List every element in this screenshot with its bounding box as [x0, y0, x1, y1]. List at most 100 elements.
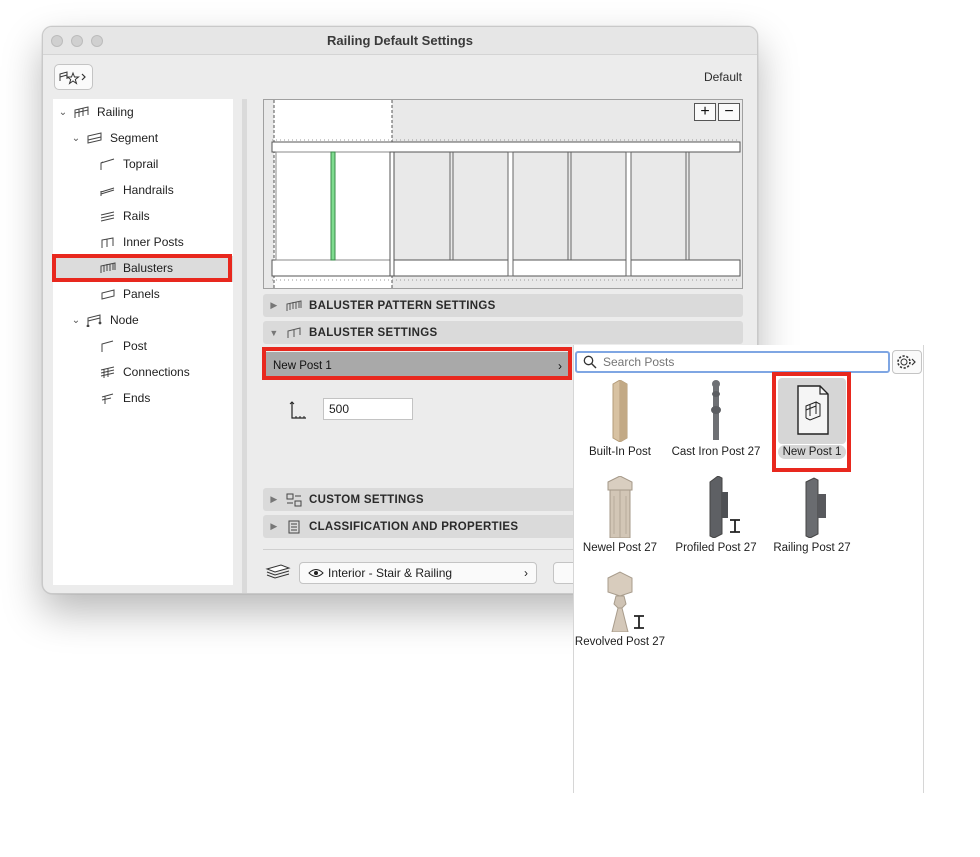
- favorites-button[interactable]: [54, 64, 93, 90]
- post-tile-newel[interactable]: Newel Post 27: [574, 476, 666, 555]
- tree-item-label: Handrails: [123, 183, 174, 197]
- post-tile-cast-iron[interactable]: Cast Iron Post 27: [670, 380, 762, 459]
- handrails-icon: [100, 187, 115, 196]
- post-tile-label: Cast Iron Post 27: [671, 446, 761, 458]
- post-tile-label: Revolved Post 27: [574, 636, 666, 648]
- favorite-name-label: Default: [703, 70, 742, 84]
- tree-item-toprail[interactable]: Toprail: [99, 152, 158, 176]
- window-title: Railing Default Settings: [327, 33, 473, 48]
- section-baluster-settings[interactable]: ▼ BALUSTER SETTINGS: [263, 321, 743, 344]
- search-icon: [583, 355, 597, 369]
- section-title: BALUSTER PATTERN SETTINGS: [309, 299, 496, 312]
- tree-item-label: Node: [110, 313, 139, 327]
- newel-post-thumbnail: [607, 476, 633, 538]
- revolved-post-thumbnail: [607, 571, 644, 632]
- profiled-post-thumbnail: [709, 476, 740, 538]
- post-tile-label: New Post 1: [777, 445, 847, 459]
- selected-post-label: New Post 1: [273, 359, 332, 372]
- zoom-out-button[interactable]: −: [718, 103, 740, 121]
- zoom-in-button[interactable]: +: [694, 103, 716, 121]
- post-type-selector[interactable]: New Post 1 ›: [265, 352, 570, 379]
- disclosure-right-icon: ▶: [270, 521, 278, 531]
- disclosure-down-icon: ▼: [269, 327, 279, 338]
- post-tile-railing-post[interactable]: Railing Post 27: [766, 476, 858, 555]
- tree-item-label: Ends: [123, 391, 151, 405]
- classification-icon: [288, 520, 300, 533]
- post-icon: [101, 340, 114, 352]
- tree-item-label: Panels: [123, 287, 160, 301]
- rails-icon: [100, 211, 115, 222]
- section-title: CUSTOM SETTINGS: [309, 493, 424, 506]
- balusters-icon: [286, 299, 302, 311]
- post-tile-label: Newel Post 27: [582, 542, 658, 554]
- baluster-height-field[interactable]: 500: [323, 398, 413, 420]
- tree-item-label: Segment: [110, 131, 159, 145]
- new-post-document-icon: [797, 385, 829, 435]
- picker-options-button[interactable]: [892, 350, 922, 374]
- tree-item-label: Rails: [123, 209, 150, 223]
- tree-item-label: Toprail: [123, 157, 159, 171]
- railing-post-thumbnail: [805, 477, 826, 538]
- toprail-icon: [100, 158, 115, 170]
- section-title: CLASSIFICATION AND PROPERTIES: [309, 520, 519, 533]
- favorites-star-icon: [59, 71, 86, 85]
- tree-item-panels[interactable]: Panels: [99, 282, 160, 306]
- tree-item-label: Balusters: [123, 261, 174, 275]
- tree-item-label: Inner Posts: [123, 235, 184, 249]
- tree-item-railing[interactable]: ⌄ Railing: [57, 100, 134, 124]
- tree-splitter[interactable]: [242, 99, 247, 593]
- railing-elevation-drawing: [271, 100, 741, 288]
- section-baluster-pattern[interactable]: ▶ BALUSTER PATTERN SETTINGS: [263, 294, 743, 317]
- post-tile-label: Profiled Post 27: [675, 542, 757, 554]
- search-input[interactable]: [603, 355, 873, 369]
- balusters-icon: [100, 262, 116, 273]
- baluster-height-icon: [289, 401, 306, 419]
- tree-item-segment[interactable]: ⌄ Segment: [70, 126, 158, 150]
- baluster-preview-canvas[interactable]: + −: [263, 99, 743, 289]
- post-tile-label: Railing Post 27: [773, 542, 851, 554]
- post-tile-profiled[interactable]: Profiled Post 27: [670, 476, 762, 555]
- inner-posts-icon: [101, 237, 114, 248]
- chevron-down-icon[interactable]: ⌄: [70, 315, 82, 326]
- ends-icon: [101, 393, 114, 404]
- tree-item-connections[interactable]: Connections: [99, 360, 190, 384]
- tree-item-node[interactable]: ⌄ Node: [70, 308, 139, 332]
- tree-item-post[interactable]: Post: [99, 334, 147, 358]
- chevron-right-icon: ›: [558, 358, 562, 373]
- built-in-post-thumbnail: [612, 380, 628, 442]
- title-bar: Railing Default Settings: [43, 27, 757, 55]
- node-icon: [86, 314, 102, 327]
- search-posts-field[interactable]: [575, 351, 890, 373]
- tree-item-inner-posts[interactable]: Inner Posts: [99, 230, 184, 254]
- tree-item-rails[interactable]: Rails: [99, 204, 150, 228]
- tree-item-balusters[interactable]: Balusters: [99, 256, 173, 280]
- layer-selector[interactable]: Interior - Stair & Railing ›: [299, 562, 537, 584]
- disclosure-right-icon: ▶: [270, 300, 278, 310]
- baluster-icon: [287, 326, 301, 338]
- post-tile-built-in[interactable]: Built-In Post: [574, 380, 666, 459]
- chevron-down-icon[interactable]: ⌄: [70, 133, 82, 144]
- tree-item-label: Railing: [97, 105, 134, 119]
- eye-icon: [308, 569, 324, 577]
- layer-value: Interior - Stair & Railing: [328, 566, 453, 580]
- tree-item-ends[interactable]: Ends: [99, 386, 150, 410]
- settings-tree: ⌄ Railing ⌄ Segment Toprail Handrails Ra…: [53, 99, 233, 585]
- disclosure-right-icon: ▶: [270, 494, 278, 504]
- post-tile-label: Built-In Post: [589, 446, 651, 458]
- chevron-right-icon: ›: [524, 566, 528, 580]
- post-tile-new-post-1[interactable]: New Post 1: [766, 380, 858, 459]
- tree-item-handrails[interactable]: Handrails: [99, 178, 174, 202]
- custom-settings-icon: [286, 493, 302, 506]
- section-title: BALUSTER SETTINGS: [309, 326, 438, 339]
- post-tile-revolved[interactable]: Revolved Post 27: [574, 570, 666, 649]
- panels-icon: [101, 289, 115, 300]
- gear-icon: [897, 355, 916, 369]
- tree-item-label: Post: [123, 339, 148, 353]
- tree-item-label: Connections: [123, 365, 190, 379]
- segment-icon: [87, 132, 102, 144]
- connections-icon: [100, 366, 115, 378]
- railing-icon: [74, 106, 89, 118]
- layers-icon: [265, 564, 291, 579]
- chevron-down-icon[interactable]: ⌄: [57, 107, 69, 118]
- cast-iron-post-thumbnail: [711, 380, 721, 440]
